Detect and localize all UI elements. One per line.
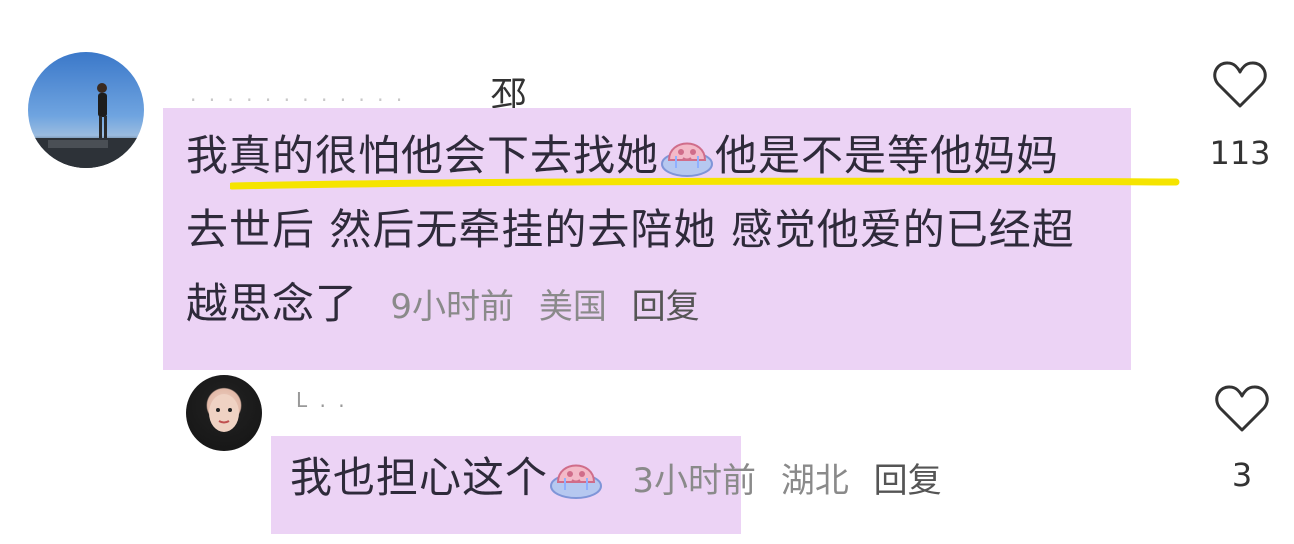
comment-1-text[interactable]: 我真的很怕他会下去找她 他是不是等他妈妈 去世后 然后无牵挂的去陪她 感觉他爱的… (186, 124, 1075, 339)
comment-1-avatar[interactable] (28, 52, 144, 168)
comment-1-location: 美国 (538, 287, 607, 327)
comment-1-line-2: 去世后 然后无牵挂的去陪她 感觉他爱的已经超 (186, 205, 1075, 254)
comment-2-time: 3小时前 (632, 461, 757, 501)
person-portrait-icon (209, 394, 239, 432)
heart-outline-icon[interactable] (1214, 384, 1270, 434)
comment-2-text[interactable]: 我也担心这个 3小时前 湖北 回复 (290, 446, 956, 513)
crying-blob-sticker-icon (659, 128, 715, 178)
comment-1-line-3: 越思念了 (186, 279, 359, 328)
comment-1-line-1b: 他是不是等他妈妈 (715, 131, 1060, 180)
person-standing-icon (28, 83, 144, 168)
comment-2-location: 湖北 (780, 461, 849, 501)
comment-2-username[interactable]: L . . (296, 388, 348, 412)
comment-2-like-count: 3 (1231, 456, 1253, 494)
comment-1-reply-button[interactable]: 回复 (632, 287, 700, 327)
comment-2-line-1: 我也担心这个 (290, 453, 549, 502)
comment-1-line-1: 我真的很怕他会下去找她 (186, 131, 660, 180)
comment-1-time: 9小时前 (390, 287, 515, 327)
comment-1-like-count: 113 (1209, 134, 1271, 172)
comment-2-reply-button[interactable]: 回复 (874, 461, 942, 501)
crying-blob-sticker-icon (548, 450, 604, 500)
comment-2-avatar[interactable] (186, 375, 262, 451)
heart-outline-icon[interactable] (1212, 60, 1268, 110)
